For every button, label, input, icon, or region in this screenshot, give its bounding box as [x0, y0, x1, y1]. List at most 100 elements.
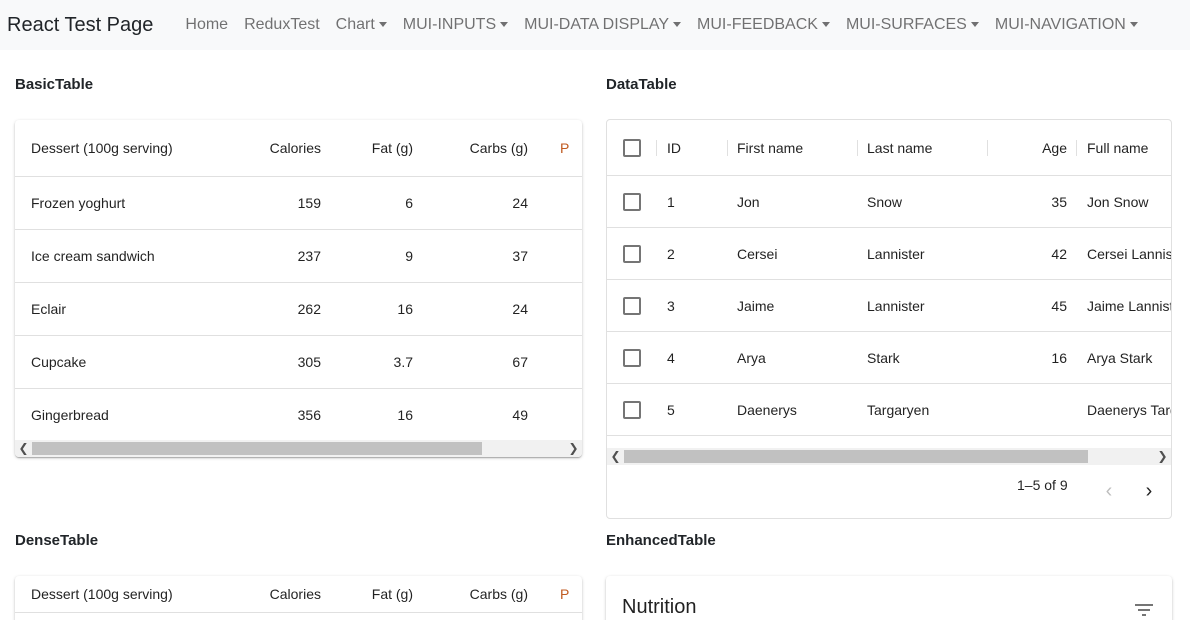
- nav-mui-feedback-label: MUI-FEEDBACK: [697, 16, 818, 33]
- dense-table-title: DenseTable: [15, 532, 99, 549]
- table-cell: 37: [429, 229, 544, 283]
- caret-down-icon: [673, 21, 682, 27]
- table-header-row: Dessert (100g serving) Calories Fat (g) …: [15, 576, 582, 613]
- row-checkbox[interactable]: [623, 349, 641, 367]
- column-separator: [727, 140, 728, 156]
- column-separator: [857, 140, 858, 156]
- table-cell: 6: [337, 176, 429, 230]
- chevron-right-icon[interactable]: ›: [1135, 477, 1163, 505]
- grid-cell: 16: [1051, 350, 1067, 366]
- dense-table-container: Dessert (100g serving) Calories Fat (g) …: [15, 576, 582, 620]
- column-header-fat: Fat (g): [337, 576, 429, 613]
- grid-cell: Jon: [737, 194, 760, 210]
- table-cell: 305: [237, 335, 337, 389]
- column-header-id[interactable]: ID: [667, 120, 727, 176]
- table-cell: [544, 282, 582, 336]
- grid-cell: 1: [667, 194, 675, 210]
- enhanced-table-title: EnhancedTable: [606, 532, 716, 549]
- column-header-protein: P: [544, 120, 582, 177]
- caret-down-icon: [1129, 21, 1138, 27]
- nav-home[interactable]: Home: [177, 16, 236, 34]
- select-all-checkbox[interactable]: [623, 139, 641, 157]
- table-cell: 24: [429, 176, 544, 230]
- caret-down-icon: [378, 21, 387, 27]
- grid-cell: Cersei Lannister: [1087, 246, 1171, 262]
- grid-cell: Jon Snow: [1087, 194, 1149, 210]
- grid-row[interactable]: 5 Daenerys Targaryen Daenerys Targaryen: [607, 384, 1171, 436]
- row-checkbox[interactable]: [623, 193, 641, 211]
- nav-mui-inputs-dropdown[interactable]: MUI-INPUTS: [395, 16, 516, 34]
- column-header-dessert: Dessert (100g serving): [15, 120, 237, 177]
- grid-cell: Targaryen: [867, 402, 930, 418]
- column-separator: [656, 140, 657, 156]
- dense-table: Dessert (100g serving) Calories Fat (g) …: [15, 576, 582, 613]
- nav-reduxtest[interactable]: ReduxTest: [236, 16, 328, 34]
- data-grid-scrollbar[interactable]: ❮ ❯: [607, 448, 1171, 465]
- grid-cell: 45: [1051, 298, 1067, 314]
- nav-reduxtest-label: ReduxTest: [244, 16, 320, 33]
- row-checkbox[interactable]: [623, 297, 641, 315]
- column-header-full-name[interactable]: Full name: [1087, 120, 1171, 176]
- navbar: React Test Page Home ReduxTest Chart MUI…: [0, 0, 1190, 50]
- column-separator: [1076, 140, 1077, 156]
- column-header-fat: Fat (g): [337, 120, 429, 177]
- filter-list-icon[interactable]: [1132, 598, 1156, 620]
- table-row: Gingerbread 356 16 49: [15, 388, 582, 441]
- column-header-age[interactable]: Age: [997, 120, 1067, 176]
- nav-mui-data-display-dropdown[interactable]: MUI-DATA DISPLAY: [516, 16, 689, 34]
- basic-table-container: Dessert (100g serving) Calories Fat (g) …: [15, 120, 582, 457]
- nav-chart-dropdown[interactable]: Chart: [328, 16, 395, 34]
- chevron-left-icon[interactable]: ❮: [607, 448, 624, 465]
- pagination-range: 1–5 of 9: [1017, 477, 1068, 493]
- grid-cell: Daenerys: [737, 402, 797, 418]
- table-cell: Frozen yoghurt: [15, 176, 237, 230]
- table-cell: Eclair: [15, 282, 237, 336]
- table-cell: 67: [429, 335, 544, 389]
- grid-cell: 35: [1051, 194, 1067, 210]
- table-cell: [544, 335, 582, 389]
- column-header-first-name[interactable]: First name: [737, 120, 857, 176]
- grid-row[interactable]: 4 Arya Stark 16 Arya Stark: [607, 332, 1171, 384]
- chevron-left-icon[interactable]: ❮: [15, 440, 32, 457]
- table-cell: [544, 229, 582, 283]
- scrollbar-thumb[interactable]: [624, 450, 1088, 463]
- table-row: Ice cream sandwich 237 9 37: [15, 229, 582, 283]
- chevron-left-icon[interactable]: ‹: [1095, 477, 1123, 505]
- column-header-calories: Calories: [237, 576, 337, 613]
- table-cell: 49: [512, 406, 528, 423]
- table-cell: Cupcake: [15, 335, 237, 389]
- chevron-right-icon[interactable]: ❯: [565, 440, 582, 457]
- grid-cell: 5: [667, 402, 675, 418]
- table-cell: [544, 388, 582, 441]
- table-cell: 16: [397, 406, 413, 423]
- brand-title[interactable]: React Test Page: [7, 14, 153, 37]
- grid-cell: Snow: [867, 194, 903, 210]
- grid-row[interactable]: 2 Cersei Lannister 42 Cersei Lannister: [607, 228, 1171, 280]
- table-cell: 16: [337, 282, 429, 336]
- grid-row[interactable]: 3 Jaime Lannister 45 Jaime Lannister: [607, 280, 1171, 332]
- column-header-last-name[interactable]: Last name: [867, 120, 987, 176]
- nav-mui-data-display-label: MUI-DATA DISPLAY: [524, 16, 670, 33]
- column-header-dessert: Dessert (100g serving): [15, 576, 237, 613]
- nav-mui-navigation-dropdown[interactable]: MUI-NAVIGATION: [987, 16, 1146, 34]
- table-cell: 237: [237, 229, 337, 283]
- column-header-calories: Calories: [237, 120, 337, 177]
- scrollbar-thumb[interactable]: [32, 442, 482, 455]
- grid-cell: 3: [667, 298, 675, 314]
- column-separator: [987, 140, 988, 156]
- nav-mui-feedback-dropdown[interactable]: MUI-FEEDBACK: [689, 16, 838, 34]
- grid-cell: Jaime Lannister: [1087, 298, 1171, 314]
- nav-mui-surfaces-dropdown[interactable]: MUI-SURFACES: [838, 16, 987, 34]
- grid-row[interactable]: 1 Jon Snow 35 Jon Snow: [607, 176, 1171, 228]
- grid-cell: Daenerys Targaryen: [1087, 402, 1171, 418]
- grid-cell: Jaime: [737, 298, 775, 314]
- chevron-right-icon[interactable]: ❯: [1154, 448, 1171, 465]
- table-cell: [544, 176, 582, 230]
- nav-mui-surfaces-label: MUI-SURFACES: [845, 16, 967, 33]
- row-checkbox[interactable]: [623, 245, 641, 263]
- caret-down-icon: [821, 21, 830, 27]
- basic-table-scrollbar[interactable]: ❮ ❯: [15, 440, 582, 457]
- grid-cell: [997, 384, 1067, 436]
- row-checkbox[interactable]: [623, 401, 641, 419]
- data-grid: ID First name Last name Age Full name 1 …: [606, 119, 1172, 519]
